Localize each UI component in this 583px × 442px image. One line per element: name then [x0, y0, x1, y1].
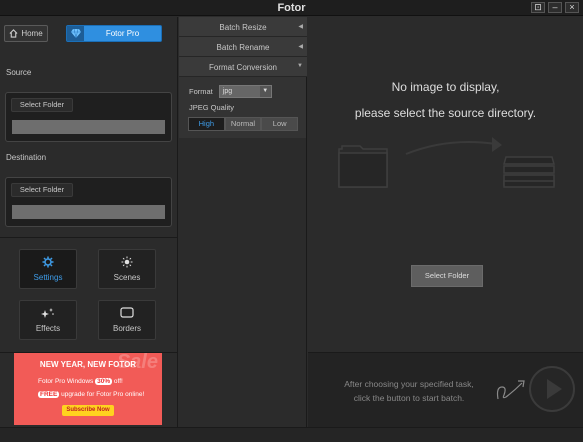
folder-to-images-illustration [338, 137, 555, 188]
batch-resize-header[interactable]: Batch Resize ◀ [179, 17, 307, 37]
ad-line2-text: upgrade for Fotor Pro online! [61, 391, 145, 398]
quality-high-button[interactable]: High [188, 117, 225, 131]
source-label: Source [6, 68, 32, 77]
format-select[interactable]: jpg ▼ [218, 85, 272, 98]
chevron-down-icon: ▼ [259, 86, 271, 97]
batch-rename-header[interactable]: Batch Rename ◀ [179, 37, 307, 57]
task-panel-empty [179, 138, 307, 427]
destination-path-field[interactable] [12, 205, 165, 219]
ad-line2: FREE upgrade for Fotor Pro online! [38, 391, 144, 398]
fotor-pro-label: Fotor Pro [105, 29, 140, 38]
home-icon [9, 29, 18, 38]
play-icon [547, 379, 562, 399]
home-button[interactable]: Home [4, 25, 48, 42]
batch-resize-label: Batch Resize [219, 23, 267, 32]
format-conversion-header[interactable]: Format Conversion ▼ [179, 57, 307, 77]
effects-button[interactable]: Effects [19, 300, 77, 340]
scenes-label: Scenes [113, 273, 141, 282]
preview-area: No image to display, please select the s… [308, 17, 583, 352]
arrow-curve [405, 140, 497, 155]
ad-free-badge: FREE [38, 391, 60, 398]
window-title: Fotor [277, 2, 306, 14]
diamond-icon [67, 26, 84, 41]
sparkle-icon [20, 307, 76, 319]
borders-button[interactable]: Borders [98, 300, 156, 340]
borders-label: Borders [112, 324, 141, 333]
ad-discount-badge: 30% [95, 378, 113, 385]
batch-rename-label: Batch Rename [216, 43, 270, 52]
triangle-left-icon: ◀ [298, 44, 303, 50]
start-hint-line2: click the button to start batch. [353, 393, 465, 403]
minimize-button[interactable]: – [548, 2, 562, 13]
ad-headline: NEW YEAR, NEW FOTOR [39, 360, 137, 369]
settings-button[interactable]: Settings [19, 249, 77, 289]
home-label: Home [21, 29, 43, 38]
image-stack-icon [503, 156, 555, 188]
batch-start-area: After choosing your specified task, clic… [308, 352, 583, 427]
ad-line1-text: Fotor Pro Windows [38, 378, 94, 385]
quality-low-button[interactable]: Low [261, 117, 299, 131]
restore-button[interactable]: ⊡ [531, 2, 545, 13]
folder-icon [338, 145, 388, 188]
task-panel: Batch Resize ◀ Batch Rename ◀ Format Con… [179, 17, 307, 138]
triangle-down-icon: ▼ [297, 63, 303, 69]
fotor-pro-button[interactable]: Fotor Pro [66, 25, 162, 42]
status-bar [0, 427, 583, 442]
left-panel: Home Fotor Pro Source Select Folder Dest… [0, 17, 178, 427]
destination-label: Destination [6, 153, 47, 162]
curly-arrow-icon [496, 380, 525, 400]
border-icon [99, 307, 155, 319]
subscribe-now-button[interactable]: Subscribe Now [62, 405, 114, 416]
effects-label: Effects [35, 324, 61, 333]
destination-box: Select Folder [5, 177, 172, 227]
start-hint: After choosing your specified task, clic… [324, 377, 494, 405]
scenes-button[interactable]: Scenes [98, 249, 156, 289]
source-box: Select Folder [5, 92, 172, 142]
promo-banner[interactable]: Sale NEW YEAR, NEW FOTOR Fotor Pro Windo… [14, 353, 162, 425]
gear-icon [20, 256, 76, 268]
sun-icon [99, 256, 155, 268]
ad-line1-suffix: off! [113, 378, 123, 385]
divider [0, 237, 178, 238]
ad-line1: Fotor Pro Windows 30% off! [38, 378, 123, 385]
settings-label: Settings [33, 273, 63, 282]
source-path-field[interactable] [12, 120, 165, 134]
format-row: Format jpg ▼ [189, 85, 272, 98]
format-label: Format [189, 87, 213, 96]
format-value: jpg [222, 88, 233, 95]
close-button[interactable]: × [565, 2, 579, 13]
title-bar: Fotor ⊡ – × [0, 0, 583, 16]
triangle-left-icon: ◀ [298, 24, 303, 30]
destination-select-folder-button[interactable]: Select Folder [11, 183, 73, 197]
main-select-folder-button[interactable]: Select Folder [411, 265, 483, 287]
arrow-head-icon [492, 137, 502, 152]
start-batch-button[interactable] [529, 366, 575, 412]
quality-normal-button[interactable]: Normal [224, 117, 262, 131]
source-select-folder-button[interactable]: Select Folder [11, 98, 73, 112]
jpeg-quality-label: JPEG Quality [189, 103, 235, 112]
start-hint-line1: After choosing your specified task, [344, 379, 474, 389]
format-conversion-label: Format Conversion [208, 63, 278, 72]
jpeg-quality-segmented: High Normal Low [188, 117, 299, 131]
